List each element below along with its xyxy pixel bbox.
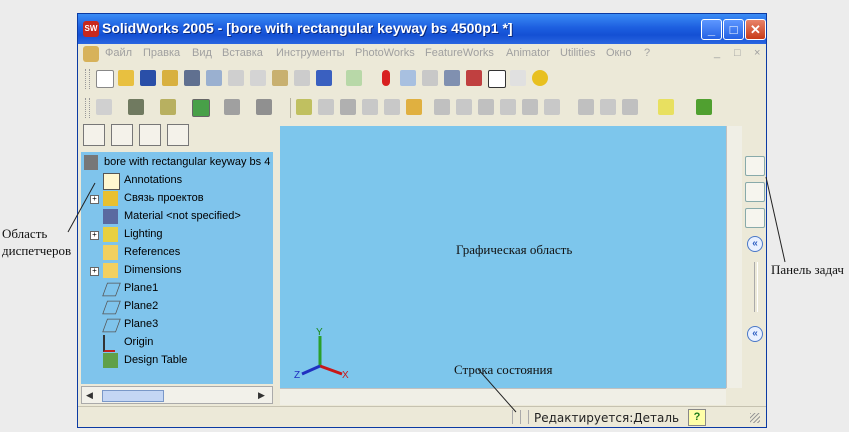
manager-area-leader [67,182,96,233]
task-pane-leader [765,176,786,263]
status-bar-leader [477,368,517,413]
callout-leaders [67,176,786,413]
